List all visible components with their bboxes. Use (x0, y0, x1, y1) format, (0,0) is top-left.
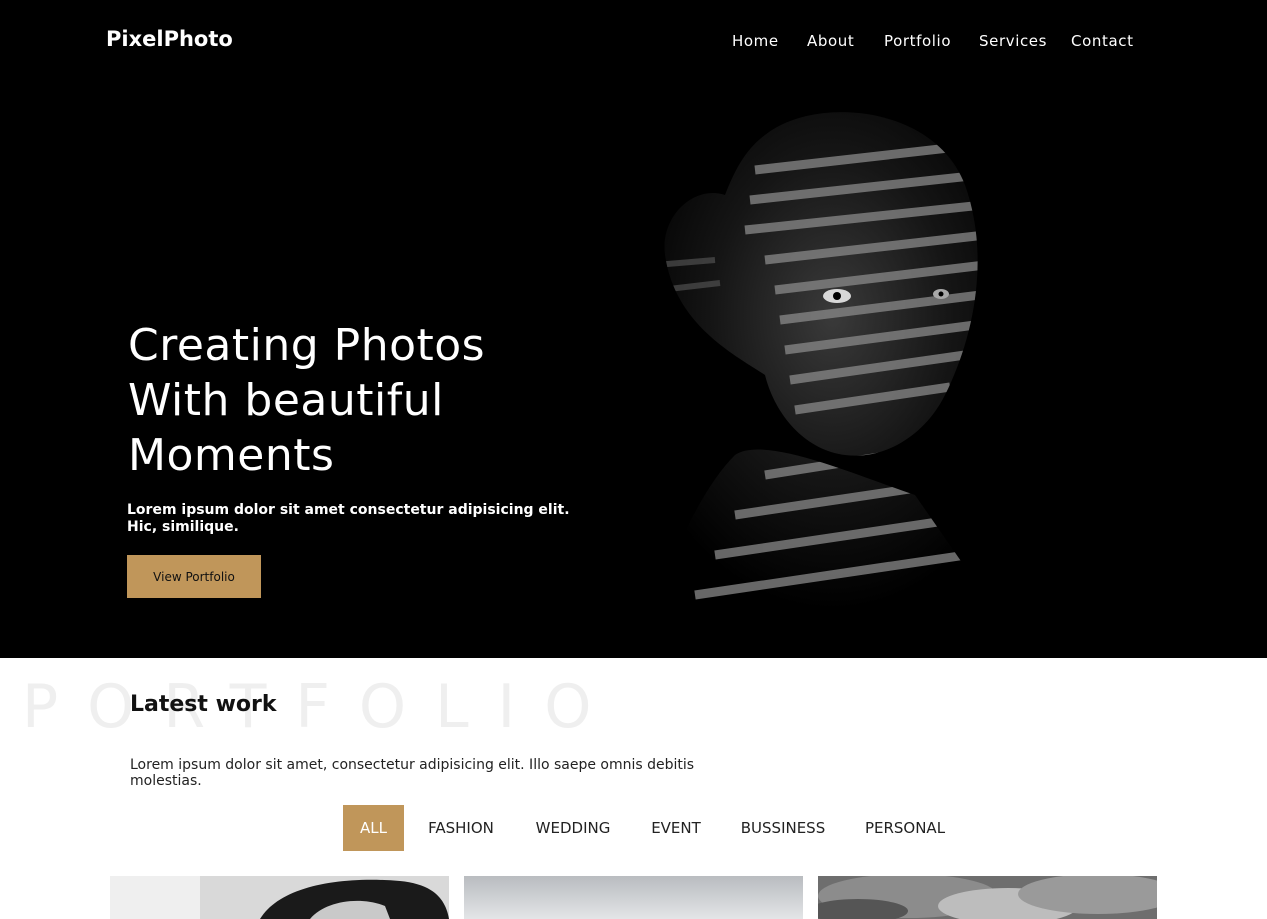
nav-item-portfolio[interactable]: Portfolio (884, 32, 951, 50)
nav-item-services[interactable]: Services (979, 32, 1047, 50)
main-nav: Home About Portfolio Services Contact (0, 32, 1267, 56)
view-portfolio-button[interactable]: View Portfolio (127, 555, 261, 598)
hero-section: PixelPhoto Home About Portfolio Services… (0, 0, 1267, 658)
filter-all[interactable]: ALL (343, 805, 404, 851)
section-title: Latest work (130, 692, 277, 717)
hero-title: Creating Photos With beautiful Moments (128, 318, 648, 483)
section-description: Lorem ipsum dolor sit amet, consectetur … (130, 757, 695, 789)
portfolio-thumb-cloud-photo[interactable] (818, 876, 1157, 919)
portfolio-background-word: PORTFOLIO (22, 672, 621, 742)
filter-event[interactable]: EVENT (640, 805, 712, 851)
hero-title-line: With beautiful (128, 375, 444, 426)
portfolio-thumb-sky-photo[interactable] (464, 876, 803, 919)
nav-item-contact[interactable]: Contact (1071, 32, 1134, 50)
portrait-photo (615, 75, 1010, 610)
portfolio-thumb-woman-portrait-photo[interactable] (110, 876, 449, 919)
filter-bussiness[interactable]: BUSSINESS (730, 805, 836, 851)
woman-portrait-photo (110, 876, 449, 919)
nav-item-about[interactable]: About (807, 32, 854, 50)
filter-personal[interactable]: PERSONAL (852, 805, 958, 851)
hero-title-line: Creating Photos (128, 320, 486, 371)
portfolio-filters: ALL FASHION WEDDING EVENT BUSSINESS PERS… (0, 805, 1267, 851)
hero-title-line: Moments (128, 430, 335, 481)
filter-fashion[interactable]: FASHION (414, 805, 508, 851)
cloud-photo (818, 876, 1157, 919)
sky-photo (464, 876, 803, 919)
hero-subtitle: Lorem ipsum dolor sit amet consectetur a… (127, 502, 570, 535)
filter-wedding[interactable]: WEDDING (522, 805, 624, 851)
nav-item-home[interactable]: Home (732, 32, 779, 50)
